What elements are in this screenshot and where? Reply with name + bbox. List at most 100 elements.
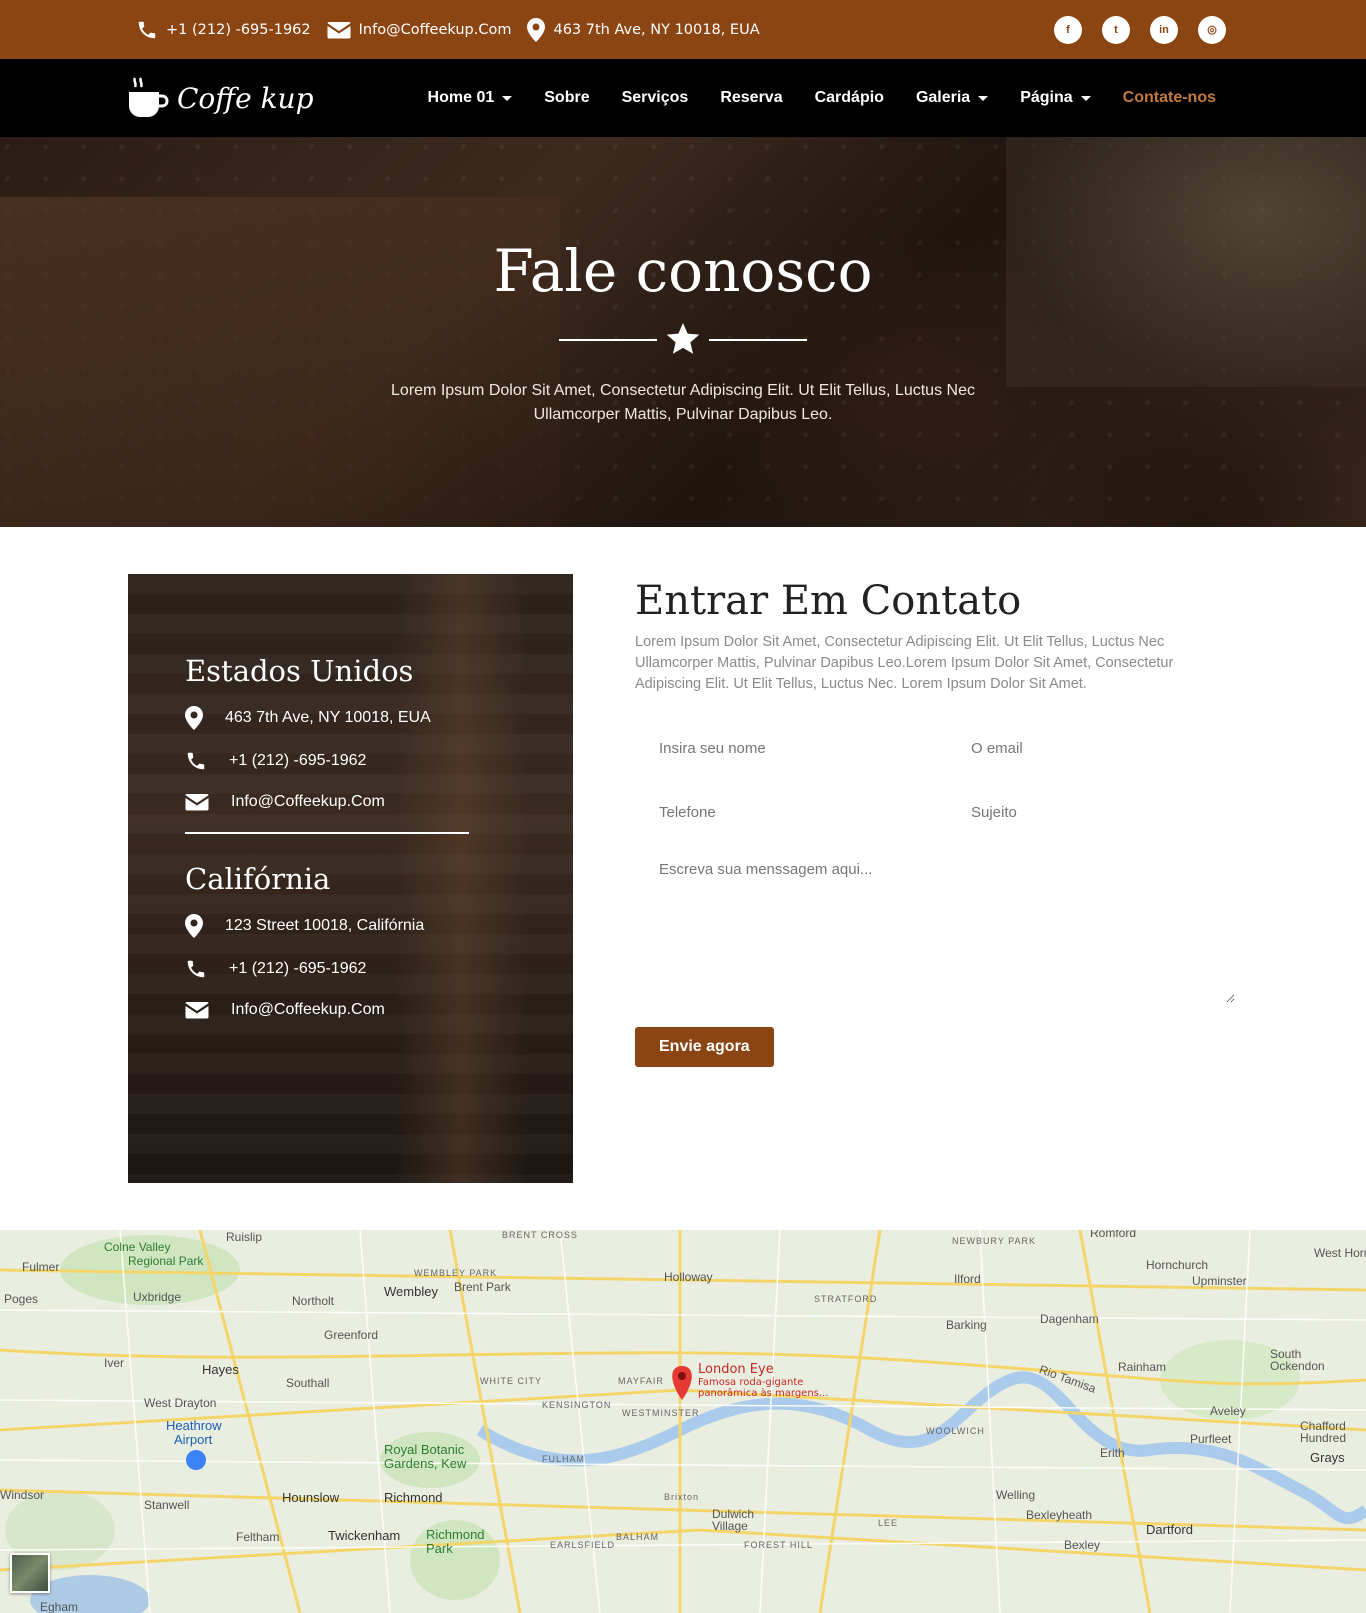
name-field[interactable] bbox=[635, 725, 923, 771]
map-label: Egham bbox=[40, 1600, 79, 1613]
map-label: WOOLWICH bbox=[926, 1426, 985, 1436]
phone-field[interactable] bbox=[635, 789, 923, 835]
top-email-text: Info@Coffeekup.Com bbox=[358, 21, 512, 38]
location-phone[interactable]: +1 (212) -695-1962 bbox=[185, 750, 516, 772]
hero-banner: Fale conosco Lorem Ipsum Dolor Sit Amet,… bbox=[0, 137, 1366, 527]
nav-item-pagina[interactable]: Página bbox=[1020, 89, 1091, 107]
phone-icon bbox=[187, 960, 205, 978]
hero-content: Fale conosco Lorem Ipsum Dolor Sit Amet,… bbox=[0, 137, 1366, 427]
map-label: Ruislip bbox=[226, 1230, 263, 1244]
map-label: Brent Park bbox=[454, 1280, 511, 1294]
map-label: Ilford bbox=[954, 1272, 981, 1286]
google-map[interactable]: Colne Valley Regional Park Ruislip Uxbri… bbox=[0, 1230, 1366, 1613]
map-label: West Drayton bbox=[144, 1396, 217, 1410]
map-label: FOREST HILL bbox=[744, 1540, 813, 1550]
top-address-text: 463 7th Ave, NY 10018, EUA bbox=[553, 21, 760, 38]
chevron-down-icon bbox=[978, 95, 989, 101]
map-label: MAYFAIR bbox=[618, 1376, 664, 1386]
map-label: Upminster bbox=[1192, 1274, 1247, 1288]
location-email[interactable]: Info@Coffeekup.Com bbox=[185, 792, 516, 812]
map-label: Uxbridge bbox=[133, 1290, 182, 1304]
logo[interactable]: Coffe kup bbox=[127, 76, 314, 120]
map-label: Iver bbox=[104, 1356, 125, 1370]
top-phone[interactable]: +1 (212) -695-1962 bbox=[136, 19, 311, 41]
map-label: NEWBURY PARK bbox=[952, 1236, 1037, 1246]
map-label: Hayes bbox=[202, 1362, 239, 1377]
map-marker-icon bbox=[185, 914, 203, 938]
map-pin-info[interactable]: London Eye Famosa roda-gigante panorâmic… bbox=[698, 1362, 828, 1399]
top-address: 463 7th Ave, NY 10018, EUA bbox=[527, 17, 760, 42]
nav-item-cardapio[interactable]: Cardápio bbox=[815, 89, 884, 107]
map-label: Southall bbox=[286, 1376, 330, 1390]
location-divider bbox=[185, 832, 469, 834]
nav-item-sobre[interactable]: Sobre bbox=[544, 89, 589, 107]
linkedin-icon[interactable]: in bbox=[1150, 15, 1178, 44]
location-email[interactable]: Info@Coffeekup.Com bbox=[185, 1000, 516, 1020]
submit-button[interactable]: Envie agora bbox=[635, 1027, 774, 1067]
map-label: Dagenham bbox=[1040, 1312, 1099, 1326]
map-marker-icon bbox=[185, 706, 203, 730]
map-label: WEMBLEY PARK bbox=[414, 1268, 498, 1278]
map-label: South Ockendon bbox=[1270, 1347, 1325, 1373]
map-label: Richmond Park bbox=[426, 1527, 485, 1556]
nav-label: Cardápio bbox=[814, 89, 884, 106]
top-email[interactable]: Info@Coffeekup.Com bbox=[327, 20, 512, 40]
nav-item-home[interactable]: Home 01 bbox=[428, 89, 513, 107]
nav-item-reserva[interactable]: Reserva bbox=[720, 89, 782, 107]
map-label: Purfleet bbox=[1190, 1432, 1232, 1446]
nav-item-contato[interactable]: Contate-nos bbox=[1123, 89, 1216, 107]
map-label: Bexleyheath bbox=[1026, 1508, 1093, 1522]
map-label: Dartford bbox=[1146, 1522, 1193, 1537]
map-label: Hounslow bbox=[282, 1490, 340, 1505]
pin-title: London Eye bbox=[698, 1362, 774, 1377]
map-label: Heathrow bbox=[166, 1418, 222, 1433]
address-text: 463 7th Ave, NY 10018, EUA bbox=[225, 709, 431, 726]
airport-icon[interactable] bbox=[186, 1450, 206, 1470]
twitter-icon[interactable]: t bbox=[1102, 15, 1130, 44]
map-label: KENSINGTON bbox=[542, 1400, 612, 1410]
nav-label: Serviços bbox=[621, 89, 689, 106]
map-label: Wembley bbox=[384, 1284, 438, 1299]
map-label: Hornchurch bbox=[1146, 1258, 1209, 1272]
phone-icon bbox=[138, 21, 156, 38]
location-title: Estados Unidos bbox=[185, 654, 414, 688]
location-phone[interactable]: +1 (212) -695-1962 bbox=[185, 958, 516, 980]
contact-form: Entrar Em Contato Lorem Ipsum Dolor Sit … bbox=[635, 574, 1235, 1183]
email-field[interactable] bbox=[947, 725, 1235, 771]
map-label: Holloway bbox=[664, 1270, 713, 1284]
map-label: Welling bbox=[996, 1488, 1036, 1502]
message-field[interactable] bbox=[635, 853, 1235, 1003]
subject-field[interactable] bbox=[947, 789, 1235, 835]
locations-card: Estados Unidos 463 7th Ave, NY 10018, EU… bbox=[128, 574, 573, 1183]
map-label: Colne Valley bbox=[104, 1240, 171, 1254]
address-text: 123 Street 10018, Califórnia bbox=[225, 917, 425, 934]
map-label: Dulwich Village bbox=[712, 1507, 755, 1533]
pin-subtitle: Famosa roda-gigante bbox=[698, 1377, 804, 1388]
nav-label: Página bbox=[1020, 89, 1073, 106]
map-label: Regional Park bbox=[128, 1254, 204, 1268]
nav-label: Home 01 bbox=[427, 89, 495, 106]
nav-item-galeria[interactable]: Galeria bbox=[915, 89, 989, 107]
map-label: Fulmer bbox=[22, 1260, 60, 1274]
phone-text: +1 (212) -695-1962 bbox=[229, 752, 367, 769]
chevron-down-icon bbox=[502, 95, 513, 101]
map-label: Stanwell bbox=[144, 1498, 190, 1512]
map-label: STRATFORD bbox=[814, 1294, 878, 1304]
facebook-icon[interactable]: f bbox=[1054, 15, 1082, 44]
main-nav: Home 01 Sobre Serviços Reserva Cardápio … bbox=[428, 89, 1216, 107]
map-label: LEE bbox=[878, 1518, 899, 1528]
map-label: Bexley bbox=[1064, 1538, 1101, 1552]
chevron-down-icon bbox=[1080, 95, 1091, 101]
nav-label: Galeria bbox=[915, 89, 971, 106]
map-label: FULHAM bbox=[542, 1454, 586, 1464]
top-contacts: +1 (212) -695-1962 Info@Coffeekup.Com 46… bbox=[136, 17, 760, 42]
location-address: 463 7th Ave, NY 10018, EUA bbox=[185, 706, 516, 730]
map-label: West Horn bbox=[1314, 1246, 1366, 1260]
satellite-toggle-button[interactable] bbox=[10, 1553, 50, 1593]
instagram-icon[interactable]: ◎ bbox=[1198, 15, 1226, 44]
form-title: Entrar Em Contato bbox=[635, 578, 1022, 624]
email-text: Info@Coffeekup.Com bbox=[231, 793, 385, 810]
nav-item-servicos[interactable]: Serviços bbox=[622, 89, 689, 107]
page-title: Fale conosco bbox=[493, 237, 873, 305]
topbar: +1 (212) -695-1962 Info@Coffeekup.Com 46… bbox=[0, 0, 1366, 59]
